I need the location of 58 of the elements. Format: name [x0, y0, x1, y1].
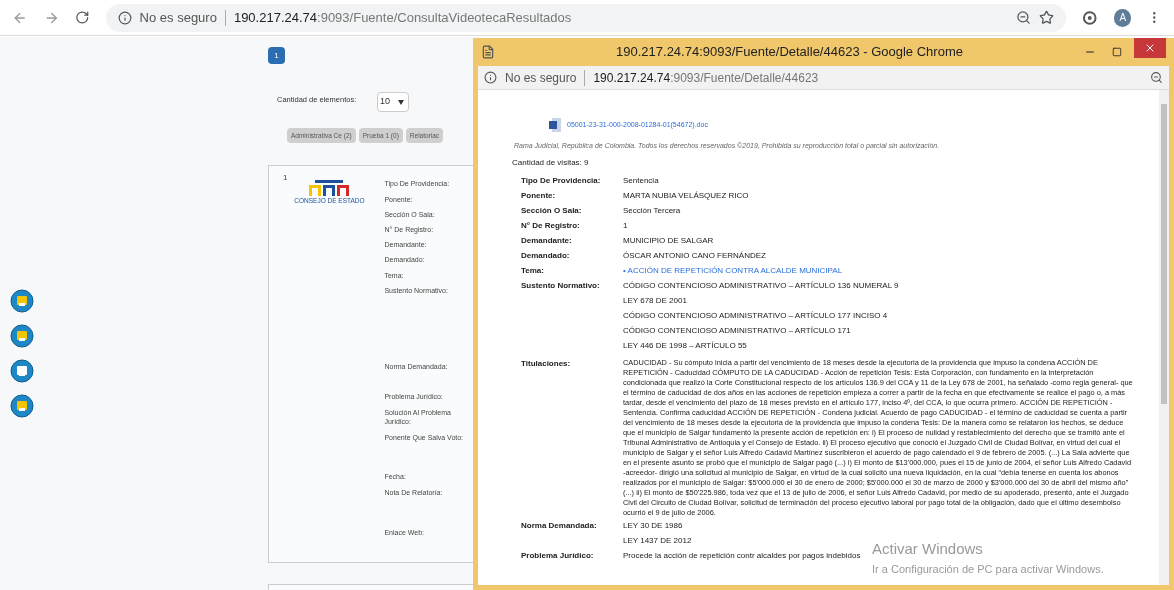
circle-app-icon[interactable]	[10, 394, 34, 418]
field-value: LEY 1437 DE 2012	[623, 534, 692, 547]
maximize-icon[interactable]	[1112, 47, 1122, 57]
field-label: Norma Demandada:	[521, 519, 598, 532]
security-label: No es seguro	[139, 8, 217, 27]
scrollbar[interactable]	[1159, 90, 1169, 585]
popup-address-bar[interactable]: No es seguro 190.217.24.74:9093/Fuente/Detalle/44623	[478, 66, 1169, 90]
field-label: Sección O Sala:	[521, 204, 583, 217]
profile-avatar[interactable]: A	[1114, 8, 1132, 27]
field-value: LEY 30 DE 1986	[623, 519, 684, 532]
result-index: 1	[283, 172, 288, 184]
window-title: 190.217.24.74:9093/Fuente/Detalle/44623 - Google Chrome	[615, 43, 964, 62]
security-label: No es seguro	[505, 69, 577, 87]
topic-link[interactable]: • ACCIÓN DE REPETICIÓN CONTRA ALCALDE MUNICIPAL	[623, 262, 843, 278]
field-label: Demandado:	[521, 249, 571, 262]
zoom-icon[interactable]	[1016, 10, 1032, 25]
field-label: Demandante:	[521, 234, 573, 247]
field-value: LEY 446 DE 1998 – ARTÍCULO 55	[623, 339, 748, 352]
field-value: ÓSCAR ANTONIO CANO FERNÁNDEZ	[623, 249, 766, 262]
field-label: Problema Jurídico:	[521, 549, 595, 562]
field-label: Sustento Normativo:	[521, 279, 601, 292]
circle-app-icon[interactable]	[10, 359, 34, 383]
star-icon[interactable]	[1039, 10, 1055, 25]
page-button[interactable]: 1	[268, 47, 285, 64]
extension-icon[interactable]	[1082, 9, 1098, 26]
word-document-icon	[549, 118, 561, 132]
institution-logo	[307, 180, 352, 196]
field-label: Ponente:	[521, 189, 557, 202]
field-label: Tema:	[521, 264, 545, 277]
field-value: LEY 678 DE 2001	[623, 294, 688, 307]
url-text: 190.217.24.74:9093/Fuente/Detalle/44623	[593, 69, 819, 87]
field-value: Sentencia	[623, 174, 659, 187]
close-icon	[1144, 42, 1156, 54]
document-icon	[481, 45, 495, 59]
page-size-select[interactable]: 10	[377, 92, 409, 112]
field-value: 1	[623, 219, 628, 232]
field-value: CÓDIGO CONTENCIOSO ADMINISTRATIVO – ARTÍCULO 177 INCISO 4	[623, 309, 889, 322]
circle-app-icon[interactable]	[10, 289, 34, 313]
circle-app-icon[interactable]	[10, 324, 34, 348]
visit-count: Cantidad de visitas: 9	[512, 156, 590, 169]
activation-text: Ir a Configuración de PC para activar Windows.	[872, 562, 1104, 577]
zoom-icon[interactable]	[1150, 71, 1163, 84]
url-text: 190.217.24.74:9093/Fuente/ConsultaVideotecaResultados	[233, 8, 572, 27]
field-value: MARTA NUBIA VELÁSQUEZ RICO	[623, 189, 749, 202]
field-value: Sección Tercera	[623, 204, 681, 217]
caret-icon	[398, 99, 404, 105]
field-label: Titulaciones:	[521, 357, 572, 370]
activation-title: Activar Windows	[872, 540, 984, 558]
field-value: Procede la acción de repetición contr alcaldes por pagos indebidos	[623, 549, 861, 562]
field-value: MUNICIPIO DE SALGAR	[623, 234, 714, 247]
reload-icon[interactable]	[75, 10, 90, 25]
field-value: CÓDIGO CONTENCIOSO ADMINISTRATIVO – ARTÍCULO 171	[623, 324, 852, 337]
field-value: CÓDIGO CONTENCIOSO ADMINISTRATIVO – ARTÍCULO 136 NUMERAL 9	[623, 279, 899, 292]
info-icon	[117, 10, 132, 25]
field-label: Tipo De Providencia:	[521, 174, 602, 187]
address-bar[interactable]: No es seguro 190.217.24.74:9093/Fuente/ConsultaVideotecaResultados	[105, 3, 1067, 32]
field-label: N° De Registro:	[521, 219, 581, 232]
info-icon	[484, 71, 497, 84]
